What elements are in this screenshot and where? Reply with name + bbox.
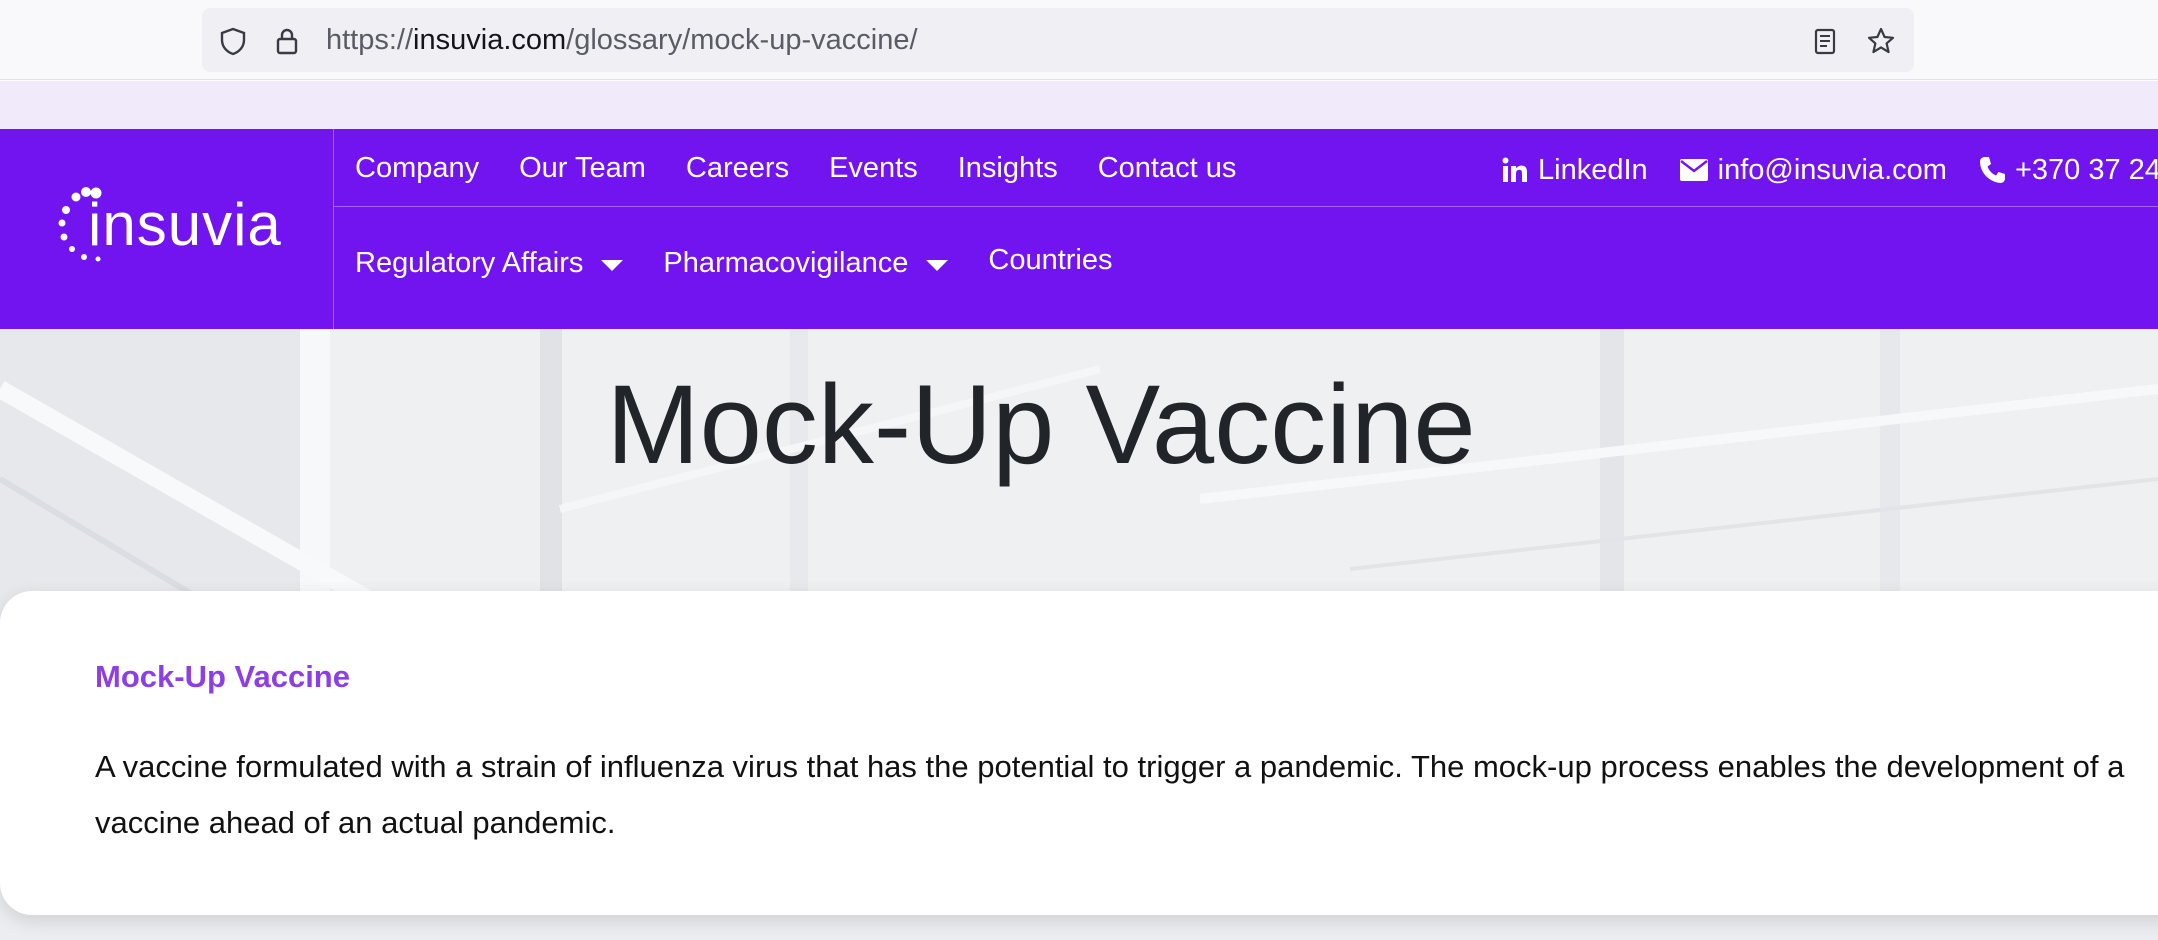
top-nav-row: Company Our Team Careers Events Insights… [334,129,2158,207]
browser-toolbar: https://insuvia.com/glossary/mock-up-vac… [0,0,2158,80]
url-text[interactable]: https://insuvia.com/glossary/mock-up-vac… [326,8,918,72]
page-title: Mock-Up Vaccine [0,363,2158,486]
promo-strip [0,81,2158,129]
address-bar[interactable]: https://insuvia.com/glossary/mock-up-vac… [202,8,1914,72]
email-label: info@insuvia.com [1717,153,1947,186]
main-nav-row: Regulatory Affairs Pharmacovigilance Cou… [334,208,2158,329]
phone-label: +370 37 247 [2014,153,2158,186]
nav-insights[interactable]: Insights [958,152,1058,185]
logo: insuvia [88,191,282,258]
site-header: insuvia Company Our Team Careers Events … [0,129,2158,329]
glossary-definition: A vaccine formulated with a strain of in… [95,749,2125,840]
phone-link[interactable]: +370 37 247 [1979,154,2158,187]
contact-links: LinkedIn info@insuvia.com +370 37 247 [1502,129,2158,211]
nav-our-team[interactable]: Our Team [519,152,646,185]
page-title-text: Mock-Up Vaccine [606,362,1476,487]
nav-pharmacovigilance[interactable]: Pharmacovigilance [663,246,949,280]
envelope-icon [1679,159,1708,181]
nav-countries[interactable]: Countries [988,244,1112,277]
chevron-down-icon [601,259,624,271]
nav-regulatory-affairs[interactable]: Regulatory Affairs [355,246,624,280]
logo-link[interactable]: insuvia [0,129,334,329]
reader-view-icon[interactable] [1810,26,1840,56]
url-scheme: https:// [326,24,414,56]
url-path: /glossary/mock-up-vaccine/ [566,24,918,56]
top-nav: Company Our Team Careers Events Insights… [355,129,1236,207]
bookmark-star-icon[interactable] [1866,26,1896,56]
nav-careers[interactable]: Careers [686,152,789,185]
nav-contact-us[interactable]: Contact us [1098,152,1237,185]
url-host: insuvia.com [413,24,567,56]
glossary-card: Mock-Up Vaccine A vaccine formulated wit… [0,591,2158,915]
linkedin-label: LinkedIn [1538,153,1648,186]
chevron-down-icon [926,259,949,271]
main-nav: Regulatory Affairs Pharmacovigilance Cou… [355,208,1113,318]
nav-company[interactable]: Company [355,152,479,185]
shield-icon[interactable] [218,26,248,56]
nav-pharmacovigilance-label: Pharmacovigilance [663,246,909,279]
nav-regulatory-affairs-label: Regulatory Affairs [355,246,584,279]
glossary-term: Mock-Up Vaccine [95,659,350,694]
lock-icon[interactable] [272,26,302,56]
phone-icon [1979,157,2005,183]
email-link[interactable]: info@insuvia.com [1679,153,1947,187]
linkedin-link[interactable]: LinkedIn [1502,154,1648,187]
nav-events[interactable]: Events [829,152,918,185]
linkedin-icon [1502,157,1527,182]
